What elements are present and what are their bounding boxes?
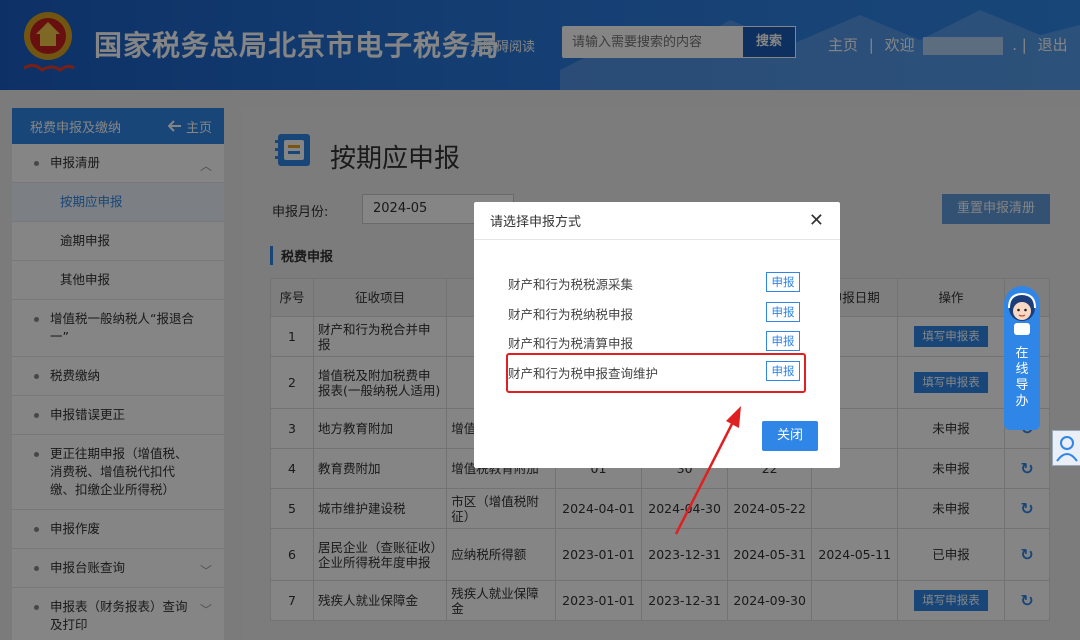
close-icon[interactable]: ✕: [809, 210, 824, 231]
dialog-title: 请选择申报方式: [490, 215, 582, 230]
online-help-label: 在线导办: [1015, 346, 1029, 409]
declare-button[interactable]: 申报: [766, 331, 800, 351]
person-icon: [1056, 436, 1078, 462]
customer-service-icon: [1008, 292, 1036, 335]
close-button[interactable]: 关闭: [762, 421, 818, 451]
option-label: 财产和行为税税源采集: [508, 277, 634, 292]
declaration-method-dialog: 请选择申报方式 ✕ 财产和行为税税源采集 申报 财产和行为税纳税申报 申报 财产…: [474, 202, 840, 468]
dialog-header: 请选择申报方式 ✕: [474, 202, 840, 240]
highlight-box: [506, 353, 806, 393]
option-label: 财产和行为税纳税申报: [508, 307, 634, 322]
online-help-widget[interactable]: 在线导办: [1004, 286, 1040, 430]
declare-button[interactable]: 申报: [766, 272, 800, 292]
declare-button[interactable]: 申报: [766, 302, 800, 322]
user-service-icon[interactable]: [1052, 430, 1080, 466]
option-label: 财产和行为税清算申报: [508, 336, 634, 351]
